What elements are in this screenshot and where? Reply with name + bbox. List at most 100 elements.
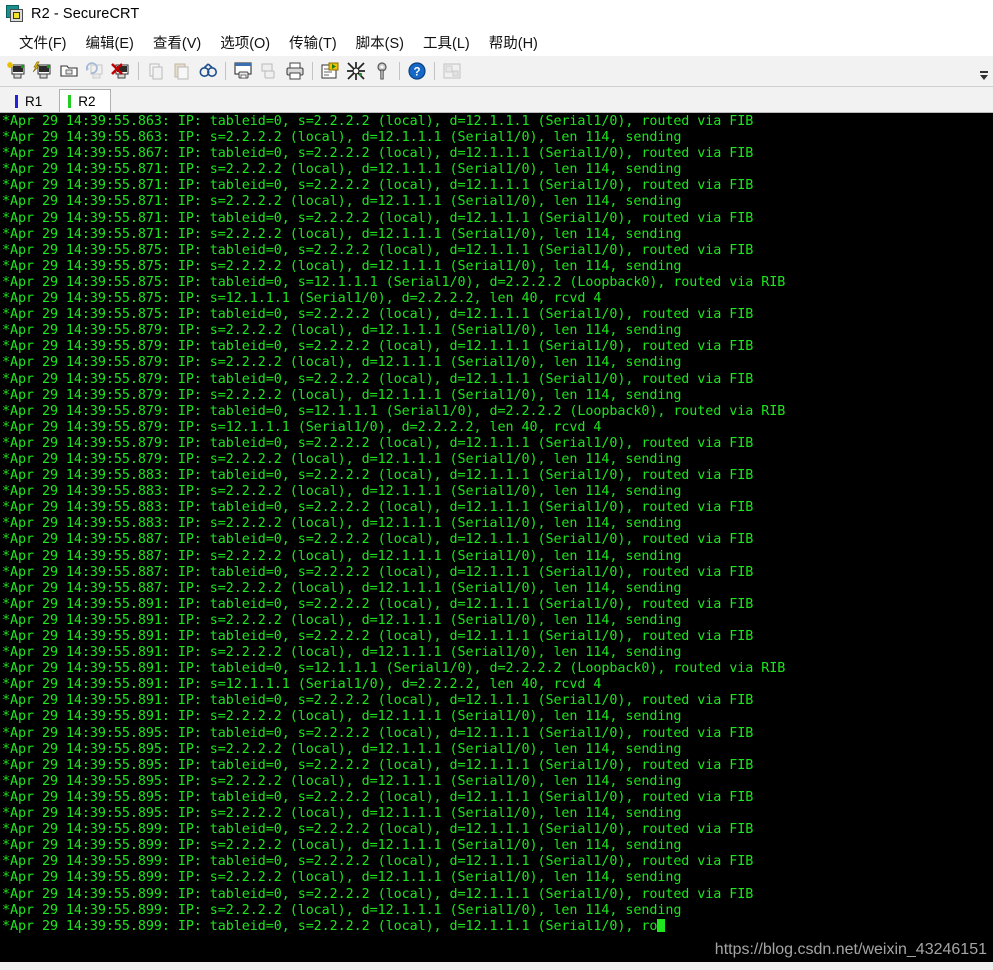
terminal-line: *Apr 29 14:39:55.891: IP: s=2.2.2.2 (loc… xyxy=(2,709,682,725)
tab-r1[interactable]: R1 xyxy=(6,89,57,112)
terminal-line-current: *Apr 29 14:39:55.899: IP: tableid=0, s=2… xyxy=(2,918,993,935)
session-manager-icon[interactable] xyxy=(439,58,465,84)
terminal-line: *Apr 29 14:39:55.891: IP: tableid=0, s=2… xyxy=(2,629,754,644)
menu-file[interactable]: 文件(F) xyxy=(10,29,77,56)
watermark-text: https://blog.csdn.net/weixin_43246151 xyxy=(714,941,987,958)
reconnect-icon[interactable] xyxy=(82,58,108,84)
terminal-line: *Apr 29 14:39:55.899: IP: tableid=0, s=2… xyxy=(2,886,754,902)
terminal-line: *Apr 29 14:39:55.899: IP: tableid=0, s=2… xyxy=(2,822,754,838)
toolbar-separator xyxy=(434,62,435,80)
tab-r2-label: R2 xyxy=(78,93,96,109)
terminal-line: *Apr 29 14:39:55.879: IP: s=2.2.2.2 (loc… xyxy=(2,387,682,403)
terminal-line: *Apr 29 14:39:55.891: IP: tableid=0, s=2… xyxy=(2,596,754,612)
terminal-line: *Apr 29 14:39:55.887: IP: tableid=0, s=2… xyxy=(2,532,754,548)
terminal-line: *Apr 29 14:39:55.879: IP: tableid=0, s=1… xyxy=(2,403,786,419)
terminal-line: *Apr 29 14:39:55.895: IP: s=2.2.2.2 (loc… xyxy=(2,741,682,757)
terminal-line: *Apr 29 14:39:55.879: IP: tableid=0, s=2… xyxy=(2,435,754,451)
menu-tools[interactable]: 工具(L) xyxy=(414,29,480,56)
connect-in-tab-icon[interactable] xyxy=(56,58,82,84)
terminal-line: *Apr 29 14:39:55.879: IP: s=2.2.2.2 (loc… xyxy=(2,355,682,371)
terminal-line: *Apr 29 14:39:55.879: IP: tableid=0, s=2… xyxy=(2,371,754,387)
terminal-cursor xyxy=(657,918,666,932)
menu-edit[interactable]: 编辑(E) xyxy=(77,29,144,56)
tab-r1-status-marker xyxy=(15,94,18,108)
terminal-line: *Apr 29 14:39:55.875: IP: s=12.1.1.1 (Se… xyxy=(2,291,602,307)
terminal-line: *Apr 29 14:39:55.883: IP: tableid=0, s=2… xyxy=(2,468,754,484)
terminal-line: *Apr 29 14:39:55.883: IP: tableid=0, s=2… xyxy=(2,500,754,516)
terminal-line: *Apr 29 14:39:55.887: IP: s=2.2.2.2 (loc… xyxy=(2,548,682,564)
session-options-icon[interactable] xyxy=(317,58,343,84)
svg-text:?: ? xyxy=(413,67,420,79)
tab-r2-status-marker xyxy=(68,94,72,108)
find-icon[interactable] xyxy=(195,58,221,84)
terminal-line: *Apr 29 14:39:55.891: IP: s=2.2.2.2 (loc… xyxy=(2,612,682,628)
disconnect-icon[interactable] xyxy=(108,58,134,84)
terminal-line: *Apr 29 14:39:55.895: IP: tableid=0, s=2… xyxy=(2,757,754,773)
log-session-icon[interactable] xyxy=(256,58,282,84)
quick-connect-icon[interactable] xyxy=(30,58,56,84)
terminal-line: *Apr 29 14:39:55.879: IP: tableid=0, s=2… xyxy=(2,339,754,355)
toolbar: ? xyxy=(0,56,993,87)
terminal-line: *Apr 29 14:39:55.895: IP: s=2.2.2.2 (loc… xyxy=(2,806,682,822)
terminal-line: *Apr 29 14:39:55.863: IP: tableid=0, s=2… xyxy=(2,114,754,129)
toolbar-separator xyxy=(312,62,313,80)
securecrt-window: R2 - SecureCRT 文件(F) 编辑(E) 查看(V) 选项(O) 传… xyxy=(0,0,993,970)
menu-script[interactable]: 脚本(S) xyxy=(347,29,414,56)
new-session-icon[interactable] xyxy=(4,58,30,84)
terminal-line-current-text: *Apr 29 14:39:55.899: IP: tableid=0, s=2… xyxy=(2,918,658,934)
terminal-line: *Apr 29 14:39:55.899: IP: s=2.2.2.2 (loc… xyxy=(2,902,682,918)
terminal-line: *Apr 29 14:39:55.891: IP: tableid=0, s=2… xyxy=(2,693,754,709)
terminal-line: *Apr 29 14:39:55.895: IP: tableid=0, s=2… xyxy=(2,725,754,741)
terminal-screen[interactable]: *Apr 29 14:39:55.863: IP: tableid=0, s=2… xyxy=(0,113,993,962)
terminal-line: *Apr 29 14:39:55.887: IP: tableid=0, s=2… xyxy=(2,564,754,580)
menu-transfer[interactable]: 传输(T) xyxy=(280,29,347,56)
terminal-line: *Apr 29 14:39:55.875: IP: tableid=0, s=2… xyxy=(2,307,754,323)
terminal-line: *Apr 29 14:39:55.871: IP: s=2.2.2.2 (loc… xyxy=(2,194,682,210)
terminal-line: *Apr 29 14:39:55.863: IP: s=2.2.2.2 (loc… xyxy=(2,130,682,146)
terminal-output: *Apr 29 14:39:55.863: IP: tableid=0, s=2… xyxy=(2,114,993,935)
terminal-line: *Apr 29 14:39:55.875: IP: tableid=0, s=1… xyxy=(2,274,786,290)
terminal-line: *Apr 29 14:39:55.895: IP: tableid=0, s=2… xyxy=(2,789,754,805)
copy-icon[interactable] xyxy=(143,58,169,84)
terminal-line: *Apr 29 14:39:55.899: IP: tableid=0, s=2… xyxy=(2,854,754,870)
terminal-line: *Apr 29 14:39:55.879: IP: s=12.1.1.1 (Se… xyxy=(2,419,602,435)
toolbar-separator xyxy=(138,62,139,80)
terminal-line: *Apr 29 14:39:55.891: IP: s=12.1.1.1 (Se… xyxy=(2,677,602,693)
toolbar-separator xyxy=(225,62,226,80)
paste-icon[interactable] xyxy=(169,58,195,84)
terminal-line: *Apr 29 14:39:55.891: IP: s=2.2.2.2 (loc… xyxy=(2,645,682,661)
menu-view[interactable]: 查看(V) xyxy=(144,29,211,56)
terminal-line: *Apr 29 14:39:55.887: IP: s=2.2.2.2 (loc… xyxy=(2,580,682,596)
terminal-line: *Apr 29 14:39:55.867: IP: tableid=0, s=2… xyxy=(2,146,754,162)
print-screen-icon[interactable] xyxy=(230,58,256,84)
help-icon[interactable]: ? xyxy=(404,58,430,84)
status-bar xyxy=(0,962,993,970)
terminal-line: *Apr 29 14:39:55.871: IP: tableid=0, s=2… xyxy=(2,210,754,226)
terminal-line: *Apr 29 14:39:55.883: IP: s=2.2.2.2 (loc… xyxy=(2,484,682,500)
terminal-line: *Apr 29 14:39:55.883: IP: s=2.2.2.2 (loc… xyxy=(2,516,682,532)
terminal-line: *Apr 29 14:39:55.871: IP: tableid=0, s=2… xyxy=(2,178,754,194)
terminal-line: *Apr 29 14:39:55.899: IP: s=2.2.2.2 (loc… xyxy=(2,838,682,854)
window-title: R2 - SecureCRT xyxy=(31,6,140,22)
securecrt-app-icon xyxy=(6,5,24,23)
terminal-line: *Apr 29 14:39:55.871: IP: s=2.2.2.2 (loc… xyxy=(2,226,682,242)
terminal-line: *Apr 29 14:39:55.899: IP: s=2.2.2.2 (loc… xyxy=(2,870,682,886)
key-icon[interactable] xyxy=(369,58,395,84)
toolbar-separator xyxy=(399,62,400,80)
terminal-line: *Apr 29 14:39:55.875: IP: tableid=0, s=2… xyxy=(2,242,754,258)
menu-options[interactable]: 选项(O) xyxy=(211,29,280,56)
global-options-icon[interactable] xyxy=(343,58,369,84)
terminal-line: *Apr 29 14:39:55.871: IP: s=2.2.2.2 (loc… xyxy=(2,162,682,178)
toolbar-overflow-button[interactable] xyxy=(978,60,990,82)
terminal-line: *Apr 29 14:39:55.875: IP: s=2.2.2.2 (loc… xyxy=(2,258,682,274)
menu-help[interactable]: 帮助(H) xyxy=(480,29,548,56)
tab-bar: R1 R2 xyxy=(0,87,993,113)
terminal-line: *Apr 29 14:39:55.879: IP: s=2.2.2.2 (loc… xyxy=(2,451,682,467)
terminal-line: *Apr 29 14:39:55.879: IP: s=2.2.2.2 (loc… xyxy=(2,323,682,339)
title-bar: R2 - SecureCRT xyxy=(0,0,993,28)
terminal-line: *Apr 29 14:39:55.895: IP: s=2.2.2.2 (loc… xyxy=(2,773,682,789)
menu-bar: 文件(F) 编辑(E) 查看(V) 选项(O) 传输(T) 脚本(S) 工具(L… xyxy=(0,28,993,56)
print-icon[interactable] xyxy=(282,58,308,84)
tab-r2[interactable]: R2 xyxy=(59,89,111,112)
tab-r1-label: R1 xyxy=(25,93,43,109)
